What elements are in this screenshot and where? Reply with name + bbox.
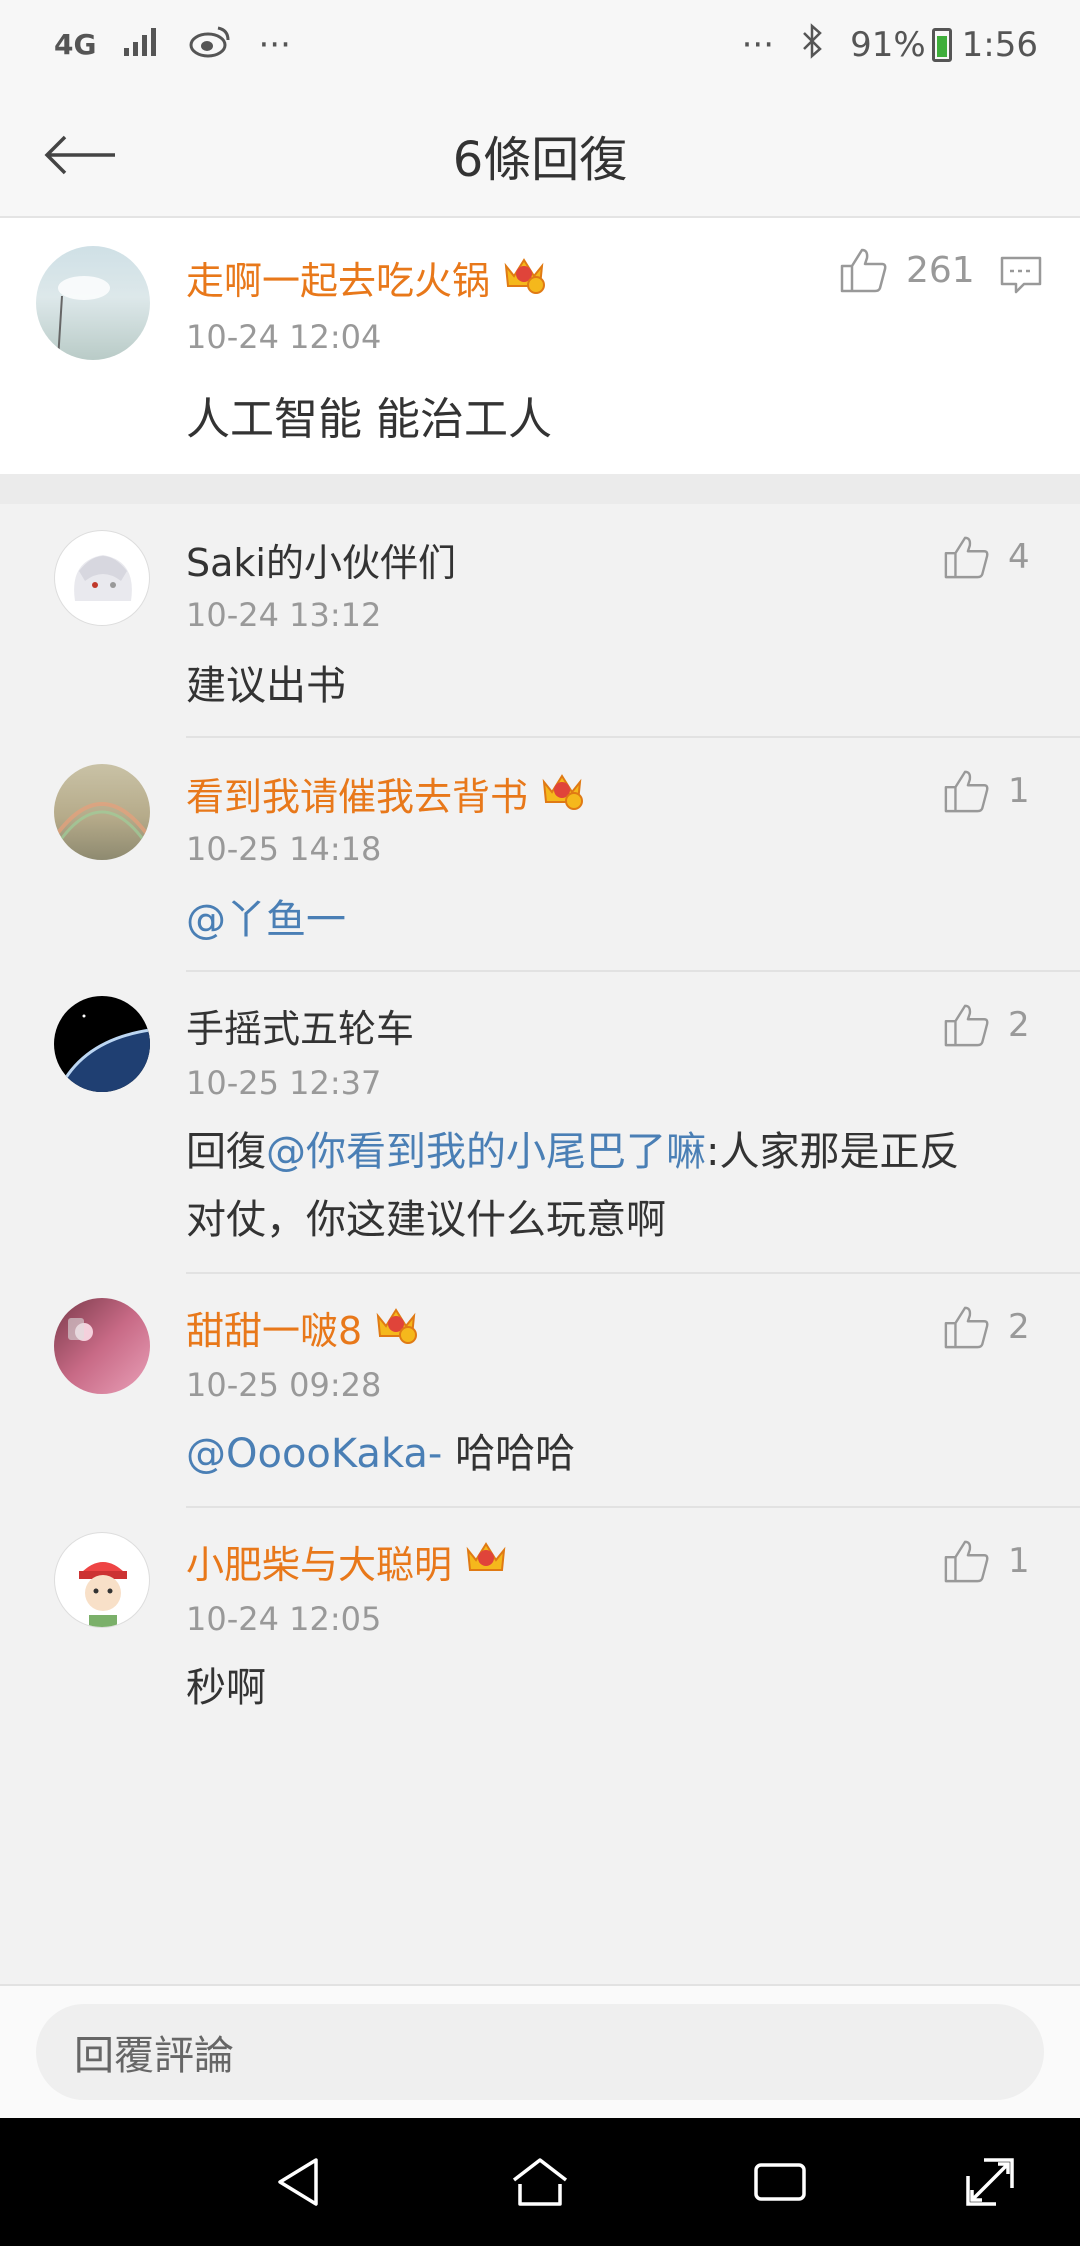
reply-input[interactable]: 回覆評論 (36, 2004, 1044, 2100)
status-more: ··· (258, 25, 291, 65)
comment-time: 10-24 12:04 (186, 318, 382, 356)
reply-text-body: 哈哈哈 (442, 1431, 576, 1477)
avatar[interactable] (54, 1532, 150, 1628)
expand-icon (966, 2158, 1014, 2206)
avatar[interactable] (54, 1298, 150, 1394)
header: 6條回復 (0, 90, 1080, 218)
battery-percent: 91% (850, 25, 926, 65)
reply-text: 秒啊 (186, 1665, 266, 1711)
page-title: 6條回復 (452, 132, 628, 188)
like-button[interactable]: 1 (942, 1538, 1030, 1584)
user-name[interactable]: 看到我请催我去背书 (186, 766, 584, 821)
like-button[interactable]: 2 (942, 1304, 1030, 1350)
user-name-text: 小肥柴与大聪明 (186, 1543, 453, 1587)
like-count: 2 (1008, 1307, 1030, 1347)
home-icon (512, 2158, 568, 2206)
bluetooth-icon (800, 22, 824, 68)
nav-back-button[interactable] (268, 2150, 332, 2214)
thumbs-up-icon (944, 1004, 989, 1047)
user-name[interactable]: 甜甜一啵8 (186, 1300, 418, 1355)
triangle-back-icon (278, 2158, 318, 2206)
reply-time: 10-24 13:12 (186, 596, 382, 634)
separator-band (0, 474, 1080, 504)
weibo-icon (188, 24, 232, 67)
like-count: 4 (1008, 537, 1030, 577)
reply-prefix: 回復 (186, 1129, 266, 1175)
reply-item: 手摇式五轮车 10-25 12:37 回復@你看到我的小尾巴了嘛:人家那是正反 … (0, 972, 1080, 1274)
reply-time: 10-25 14:18 (186, 830, 382, 868)
reply-text-line1: :人家那是正反 (706, 1129, 960, 1175)
vip-crown-icon (540, 768, 584, 819)
avatar[interactable] (54, 996, 150, 1092)
vip-crown-icon (464, 1536, 508, 1587)
thumbs-up-icon (944, 536, 989, 579)
like-button[interactable]: 2 (942, 1002, 1030, 1048)
status-right: ··· 91% 1:56 (741, 22, 1038, 68)
status-more-right: ··· (741, 25, 775, 65)
like-button[interactable]: 4 (942, 534, 1030, 580)
user-name[interactable]: 手摇式五轮车 (186, 998, 414, 1053)
nav-home-button[interactable] (508, 2150, 572, 2214)
user-name-text: 甜甜一啵8 (186, 1309, 363, 1353)
avatar[interactable] (54, 764, 150, 860)
vip-crown-icon (374, 1302, 418, 1353)
user-name[interactable]: 小肥柴与大聪明 (186, 1534, 508, 1589)
thumbs-up-icon (944, 1306, 989, 1349)
like-count: 1 (1008, 1541, 1030, 1581)
reply-bar: 回覆評論 (0, 1984, 1080, 2118)
reply-text: @OoooKaka- 哈哈哈 (186, 1420, 575, 1488)
main-comment: 走啊一起去吃火锅 10-24 12:04 人工智能 能治工人 261 (0, 218, 1080, 474)
reply-time: 10-25 12:37 (186, 1064, 382, 1102)
reply-text-line2: 对仗，你这建议什么玩意啊 (186, 1197, 666, 1243)
user-name[interactable]: Saki的小伙伴们 (186, 532, 456, 587)
avatar[interactable] (36, 246, 150, 360)
network-type: 4G (54, 28, 97, 61)
reply-time: 10-25 09:28 (186, 1366, 382, 1404)
reply-button[interactable] (998, 254, 1044, 300)
reply-text: 回復@你看到我的小尾巴了嘛:人家那是正反 对仗，你这建议什么玩意啊 (186, 1118, 1046, 1254)
reply-item: 甜甜一啵8 10-25 09:28 @OoooKaka- 哈哈哈 2 (0, 1274, 1080, 1508)
reply-text: @丫鱼一 (186, 886, 346, 954)
like-count: 261 (906, 249, 975, 291)
user-name-text: 走啊一起去吃火锅 (186, 259, 491, 303)
reply-item: Saki的小伙伴们 10-24 13:12 建议出书 4 (0, 504, 1080, 738)
avatar[interactable] (54, 530, 150, 626)
comment-icon (1000, 256, 1042, 294)
nav-recents-button[interactable] (748, 2150, 812, 2214)
mention-link[interactable]: @你看到我的小尾巴了嘛 (266, 1129, 706, 1175)
like-count: 2 (1008, 1005, 1030, 1045)
mention-link[interactable]: @OoooKaka- (186, 1431, 442, 1477)
battery-icon (931, 28, 952, 62)
thumbs-up-icon (944, 1540, 989, 1583)
clock: 1:56 (961, 25, 1038, 65)
battery-group: 91% 1:56 (850, 25, 1038, 65)
thumbs-up-icon (944, 770, 989, 813)
mention-link[interactable]: @丫鱼一 (186, 897, 346, 943)
nav-screen-button[interactable] (958, 2150, 1022, 2214)
vip-crown-icon (502, 252, 546, 303)
reply-item: 小肥柴与大聪明 10-24 12:05 秒啊 1 (0, 1508, 1080, 1728)
status-left: 4G ··· (54, 24, 291, 67)
like-count: 1 (1008, 771, 1030, 811)
system-nav-bar (0, 2118, 1080, 2246)
reply-time: 10-24 12:05 (186, 1600, 382, 1638)
comment-text: 人工智能 能治工人 (186, 394, 552, 445)
reply-item: 看到我请催我去背书 10-25 14:18 @丫鱼一 1 (0, 738, 1080, 972)
recents-icon (754, 2163, 806, 2201)
reply-text: 建议出书 (186, 663, 346, 709)
status-bar: 4G ··· ··· 91% 1:56 (0, 0, 1080, 90)
user-name[interactable]: 走啊一起去吃火锅 (186, 250, 546, 305)
like-button[interactable]: 261 (838, 246, 975, 294)
thumbs-up-icon (840, 248, 887, 293)
user-name-text: 看到我请催我去背书 (186, 775, 529, 819)
like-button[interactable]: 1 (942, 768, 1030, 814)
reply-list: Saki的小伙伴们 10-24 13:12 建议出书 4 看到我请催我去背书 1… (0, 504, 1080, 1984)
signal-icon (122, 25, 162, 65)
